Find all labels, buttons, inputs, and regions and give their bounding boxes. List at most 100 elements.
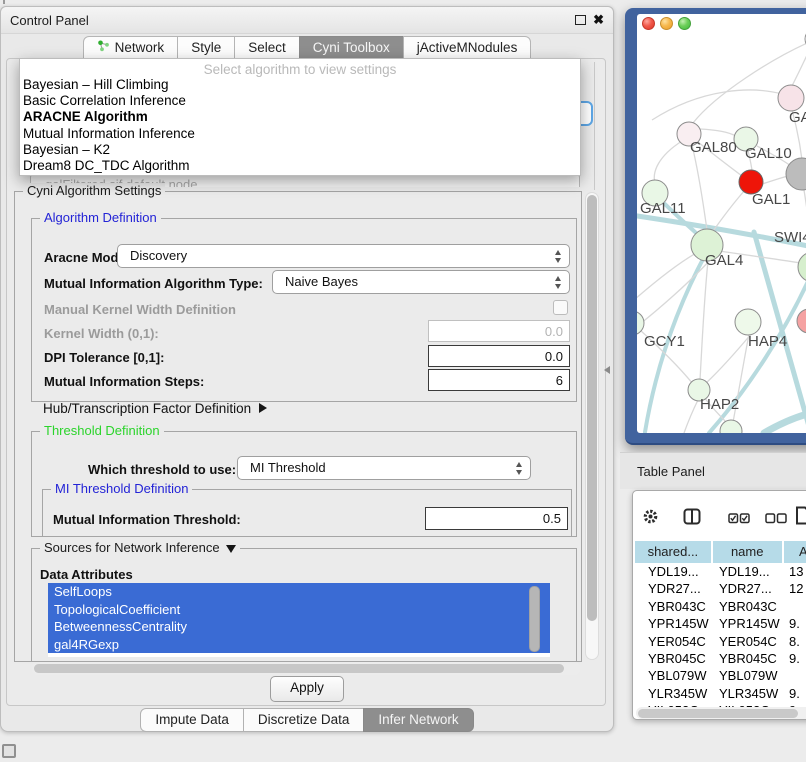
algorithm-dropdown-popup: Select algorithm to view settings Bayesi… [19,58,581,176]
label-gal10: GAL10 [745,145,792,162]
dpi-tolerance-label: DPI Tolerance [0,1]: [44,350,164,365]
gear-icon[interactable] [642,508,659,530]
column-header-shared-name[interactable]: shared... [635,541,711,563]
table-row[interactable]: YPR145WYPR145W9. [635,615,806,632]
spinner-arrows-icon [515,461,524,476]
network-view-window: GAL GAL80 GAL10 GAL1 GAL11 SWI4 GAL4 GCY… [625,8,806,445]
expanded-arrow-icon [226,545,236,553]
cyni-algorithm-settings-group: Cyni Algorithm Settings Algorithm Defini… [14,191,582,662]
which-threshold-label: Which threshold to use: [88,462,236,477]
threshold-definition-group: Threshold Definition Which threshold to … [31,431,577,537]
node-gal[interactable] [778,85,804,111]
node-hap4[interactable] [735,309,761,335]
tab-cyni-toolbox[interactable]: Cyni Toolbox [299,36,404,60]
table-toolbar [633,491,806,539]
label-gal80: GAL80 [690,139,737,156]
network-graph: GAL GAL80 GAL10 GAL1 GAL11 SWI4 GAL4 GCY… [637,14,806,433]
tab-style[interactable]: Style [177,36,235,60]
threshold-definition-title: Threshold Definition [40,423,164,438]
algorithm-option[interactable]: Mutual Information Inference [20,126,580,142]
cyni-bottom-tabbar: Impute Data Discretize Data Infer Networ… [1,708,613,732]
collapsed-panel-icon[interactable] [2,744,16,758]
mi-threshold-definition-group: MI Threshold Definition Mutual Informati… [42,489,572,537]
list-item[interactable]: BetweennessCentrality [48,618,550,636]
algorithm-option[interactable]: Bayesian – K2 [20,142,580,158]
window-buttons: ✖ [575,15,604,25]
dpi-tolerance-input[interactable] [428,345,570,367]
tab-discretize-data[interactable]: Discretize Data [243,708,365,732]
apply-button[interactable]: Apply [270,676,344,702]
tab-network[interactable]: Network [83,36,179,60]
list-item[interactable]: gal4RGexp [48,636,550,654]
aracne-mode-combo[interactable]: Discovery [117,244,570,268]
select-all-checks-icon[interactable] [728,511,750,529]
which-threshold-combo[interactable]: MI Threshold [237,456,531,480]
node-swi4[interactable] [798,252,806,282]
algorithm-option-selected[interactable]: ARACNE Algorithm [20,109,580,125]
network-canvas[interactable]: GAL GAL80 GAL10 GAL1 GAL11 SWI4 GAL4 GCY… [637,14,806,433]
node-gray[interactable] [786,158,806,190]
table-row[interactable]: YDR27...YDR27...12 [635,580,806,597]
mi-algorithm-type-combo[interactable]: Naive Bayes [272,270,570,294]
panel-border-fragment [594,62,595,190]
kernel-width-input[interactable] [428,320,570,342]
table-panel-title: Table Panel [637,464,705,479]
manual-kernel-width-checkbox[interactable] [553,300,568,315]
list-scrollbar-thumb[interactable] [529,586,540,652]
mi-algorithm-type-label: Mutual Information Algorithm Type: [44,276,263,291]
control-panel-titlebar: Control Panel ✖ [1,7,613,34]
list-item[interactable]: SelfLoops [48,583,550,601]
deselect-checks-icon[interactable] [765,511,787,529]
mi-steps-label: Mutual Information Steps: [44,374,204,389]
tab-select[interactable]: Select [234,36,300,60]
spinner-arrows-icon [554,275,563,290]
mi-threshold-label: Mutual Information Threshold: [53,512,241,527]
table-row[interactable]: YBR045CYBR045C9. [635,650,806,667]
algorithm-option[interactable]: Basic Correlation Inference [20,93,580,109]
table-row[interactable]: YLR345WYLR345W9. [635,685,806,702]
control-panel-tabbar: Network Style Select Cyni Toolbox jActiv… [1,36,613,60]
sources-toggle[interactable]: Sources for Network Inference [40,540,240,555]
splitter-collapse-arrow[interactable] [604,366,610,374]
mi-threshold-definition-title: MI Threshold Definition [51,481,192,496]
export-table-icon[interactable] [795,506,806,530]
list-item[interactable]: TopologicalCoefficient [48,601,550,619]
tab-impute-data[interactable]: Impute Data [140,708,244,732]
algorithm-option[interactable]: Bayesian – Hill Climbing [20,77,580,93]
algorithm-definition-group: Algorithm Definition Aracne Mode: Discov… [31,218,577,402]
close-icon[interactable]: ✖ [593,15,604,25]
columns-icon[interactable] [683,508,701,530]
column-header-name[interactable]: name [711,541,782,563]
label-gal4: GAL4 [705,252,743,269]
table-panel-header: Table Panel [620,452,806,489]
screen: Control Panel ✖ Network [0,0,806,762]
label-gal11: GAL11 [640,200,686,217]
mi-threshold-input[interactable] [425,507,568,530]
table-hscrollbar-thumb[interactable] [638,709,798,718]
table-row[interactable]: YDL19...YDL19...13 [635,563,806,580]
aracne-mode-value: Discovery [130,248,187,263]
hub-definition-toggle[interactable]: Hub/Transcription Factor Definition [43,401,267,416]
label-swi4: SWI4 [774,229,806,246]
mi-steps-input[interactable] [428,369,570,391]
node-y[interactable] [797,309,806,333]
table-row[interactable]: YBL079WYBL079W [635,667,806,684]
collapsed-arrow-icon [259,403,267,413]
table-body: YDL19...YDL19...13 YDR27...YDR27...12 YB… [635,563,806,720]
node-gcy1[interactable] [637,311,644,335]
data-attributes-list: SelfLoops TopologicalCoefficient Between… [48,583,550,657]
table-row[interactable]: YBR043CYBR043C [635,598,806,615]
table-row[interactable]: YER054CYER054C8. [635,633,806,650]
tab-infer-network[interactable]: Infer Network [363,708,473,732]
spinner-arrows-icon [554,249,563,264]
column-header-partial[interactable]: A [782,541,806,563]
float-window-icon[interactable] [575,15,586,25]
tab-network-label: Network [115,40,165,55]
tab-jactivemnodules[interactable]: jActiveMNodules [403,36,532,60]
horizontal-scrollbar-thumb[interactable] [34,664,564,673]
control-panel-title: Control Panel [10,13,89,28]
vertical-scrollbar-thumb[interactable] [587,195,597,621]
algorithm-option[interactable]: Dream8 DC_TDC Algorithm [20,158,580,174]
node-bottom[interactable] [720,420,742,433]
sources-title: Sources for Network Inference [44,540,220,555]
